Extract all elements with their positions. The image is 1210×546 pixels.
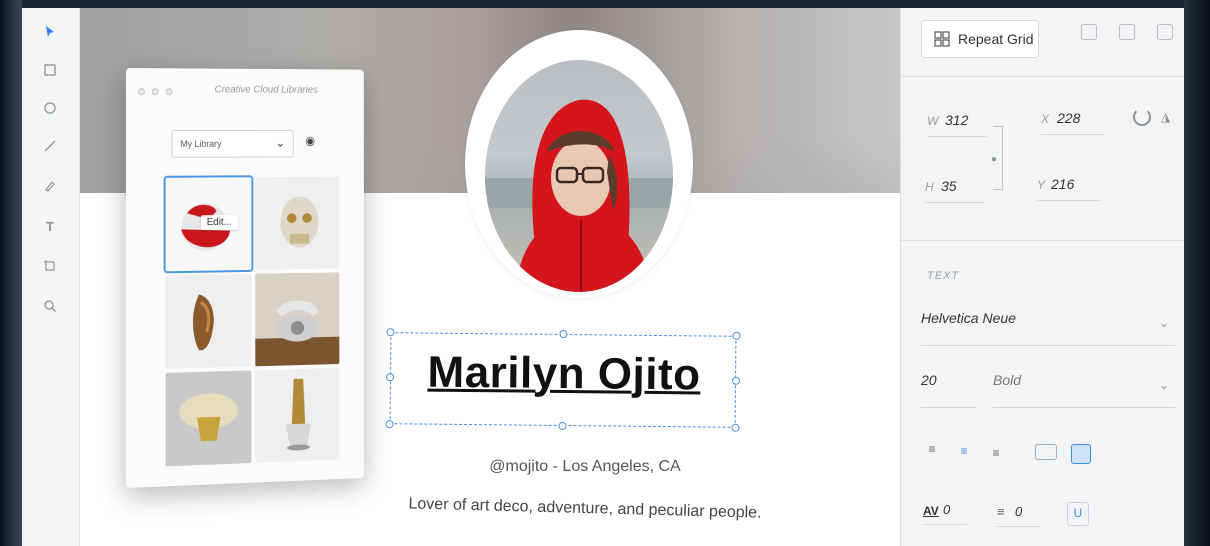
pen-tool-icon[interactable]	[40, 176, 60, 196]
char-spacing-underline	[923, 524, 967, 525]
width-field[interactable]: 312	[945, 112, 968, 128]
asset-red-sphere[interactable]: Edit...	[163, 175, 254, 274]
window-controls	[137, 88, 173, 96]
underline-icon[interactable]: U	[1067, 502, 1089, 526]
font-size-field[interactable]: 20	[921, 372, 977, 408]
lock-icon[interactable]: ●	[991, 154, 997, 165]
align-right-icon[interactable]: ≡	[983, 440, 1009, 466]
maximize-dot[interactable]	[165, 88, 173, 96]
profile-bio: Lover of art deco, adventure, and peculi…	[408, 495, 762, 522]
library-select-value: My Library	[180, 138, 222, 149]
font-weight-select[interactable]: Bold ⌄	[993, 372, 1175, 408]
resize-handle[interactable]	[558, 421, 567, 431]
height-label: H	[925, 180, 934, 194]
resize-handle[interactable]	[385, 420, 394, 429]
selected-text-layer[interactable]: Marilyn Ojito	[385, 328, 741, 432]
select-tool-icon[interactable]	[40, 22, 60, 42]
text-section-label: TEXT	[927, 270, 960, 282]
asset-gold-skull[interactable]	[255, 176, 340, 270]
height-field[interactable]: 35	[941, 178, 957, 194]
boolean-add-icon[interactable]	[1081, 24, 1097, 40]
zoom-tool-icon[interactable]	[40, 296, 60, 316]
x-label: X	[1041, 112, 1050, 126]
asset-vintage-phone[interactable]	[255, 272, 340, 367]
repeat-grid-label: Repeat Grid	[958, 31, 1034, 47]
repeat-grid-button[interactable]: Repeat Grid	[921, 20, 1039, 58]
asset-chrome-lamp[interactable]	[255, 367, 340, 463]
profile-handle: @mojito - Los Angeles, CA	[489, 458, 681, 475]
profile-name: Marilyn Ojito	[427, 347, 701, 400]
font-size-value: 20	[921, 372, 937, 388]
property-inspector: Repeat Grid W 312 X 228 ◮ ● H 35 Y 216 T…	[900, 8, 1184, 546]
chevron-down-icon: ⌄	[275, 135, 286, 150]
rotate-icon[interactable]	[1133, 108, 1151, 126]
resize-handle[interactable]	[732, 331, 741, 340]
sync-icon[interactable]: ◉	[305, 134, 315, 148]
repeat-grid-icon	[934, 31, 950, 47]
align-left-icon[interactable]: ≡	[919, 436, 945, 462]
line-spacing-icon: ≡	[997, 504, 1005, 519]
asset-grid: Edit...	[163, 175, 340, 467]
panel-title: Creative Cloud Libraries	[214, 84, 318, 96]
x-field[interactable]: 228	[1057, 110, 1080, 126]
align-center-icon[interactable]: ≡	[951, 438, 977, 464]
app-screen: T Marilyn Ojito @mojito - Los Angeles, C…	[22, 8, 1184, 546]
boolean-intersect-icon[interactable]	[1157, 24, 1173, 40]
boolean-subtract-icon[interactable]	[1119, 24, 1135, 40]
close-dot[interactable]	[137, 88, 145, 96]
char-spacing-field[interactable]: 0	[943, 502, 950, 517]
divider	[901, 76, 1184, 77]
resize-handle[interactable]	[386, 328, 395, 337]
y-underline	[1037, 200, 1101, 201]
library-select[interactable]: My Library ⌄	[171, 129, 294, 158]
tool-bar: T	[22, 8, 80, 546]
avatar-frame	[465, 30, 693, 298]
line-spacing-underline	[997, 526, 1041, 527]
resize-handle[interactable]	[731, 423, 740, 432]
auto-width-icon[interactable]	[1035, 444, 1057, 460]
resize-handle[interactable]	[559, 329, 568, 339]
line-tool-icon[interactable]	[40, 136, 60, 156]
fixed-size-icon[interactable]	[1071, 444, 1091, 464]
width-label: W	[927, 114, 939, 128]
font-family-select[interactable]: Helvetica Neue ⌄	[921, 310, 1175, 346]
avatar[interactable]	[485, 60, 673, 292]
boolean-ops	[1081, 24, 1184, 40]
y-field[interactable]: 216	[1051, 176, 1074, 192]
font-family-value: Helvetica Neue	[921, 310, 1016, 326]
minimize-dot[interactable]	[151, 88, 159, 96]
artboard-tool-icon[interactable]	[40, 256, 60, 276]
flip-icon[interactable]: ◮	[1161, 110, 1170, 124]
x-underline	[1041, 134, 1105, 135]
width-underline	[927, 136, 987, 137]
y-label: Y	[1037, 178, 1046, 192]
cc-libraries-panel: Creative Cloud Libraries My Library ⌄ ◉ …	[126, 68, 364, 488]
asset-gold-sculpture[interactable]	[165, 273, 252, 369]
device-bezel-right	[1184, 0, 1210, 546]
divider	[901, 240, 1184, 241]
ellipse-tool-icon[interactable]	[40, 98, 60, 118]
char-spacing-label: AV	[923, 504, 939, 518]
height-underline	[925, 202, 985, 203]
font-weight-value: Bold	[993, 372, 1022, 388]
asset-gold-mask[interactable]	[165, 370, 252, 467]
text-tool-icon[interactable]: T	[40, 216, 60, 236]
edit-tooltip[interactable]: Edit...	[200, 214, 238, 231]
chevron-down-icon: ⌄	[1158, 316, 1169, 330]
rectangle-tool-icon[interactable]	[40, 60, 60, 80]
line-spacing-field[interactable]: 0	[1015, 504, 1022, 519]
chevron-down-icon: ⌄	[1158, 378, 1169, 392]
device-bezel-left	[0, 0, 22, 546]
